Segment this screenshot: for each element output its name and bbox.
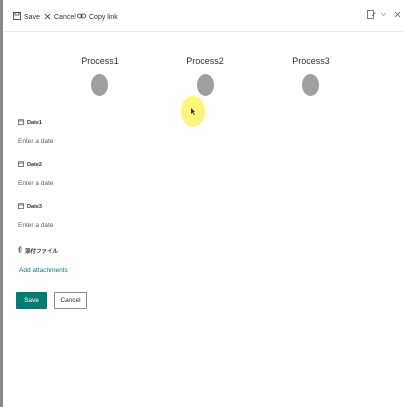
- toolbar-cancel-label: Cancel: [54, 13, 76, 21]
- toolbar-cancel-button[interactable]: Cancel: [44, 11, 76, 23]
- date2-input[interactable]: Enter a date: [18, 180, 53, 187]
- save-icon: [13, 12, 21, 22]
- date3-label: Date3: [18, 203, 42, 211]
- calendar-icon: [18, 119, 24, 127]
- date3-label-text: Date3: [27, 204, 42, 210]
- date2-label: Date2: [18, 161, 42, 169]
- date3-input[interactable]: Enter a date: [18, 222, 53, 229]
- attachments-label-text: 添付ファイル: [25, 248, 59, 255]
- toolbar-copy-link-label: Copy link: [89, 13, 118, 21]
- process-2-indicator: [197, 74, 214, 96]
- form-icon[interactable]: [367, 10, 376, 21]
- date1-input[interactable]: Enter a date: [18, 138, 53, 145]
- close-icon: [44, 13, 51, 22]
- calendar-icon: [18, 203, 24, 211]
- process-2-label: Process2: [186, 56, 224, 66]
- save-button[interactable]: Save: [16, 292, 47, 309]
- toolbar-save-button[interactable]: Save: [13, 11, 40, 23]
- command-bar: Save Cancel Copy link: [3, 0, 403, 32]
- attachments-label: 添付ファイル: [18, 246, 58, 255]
- cancel-button[interactable]: Cancel: [54, 292, 87, 309]
- date1-label: Date1: [18, 119, 42, 127]
- process-1-label: Process1: [81, 56, 119, 66]
- calendar-icon: [18, 161, 24, 169]
- link-icon: [77, 13, 86, 21]
- add-attachments-link[interactable]: Add attachments: [19, 267, 68, 274]
- process-3-indicator: [302, 74, 319, 96]
- process-3-label: Process3: [292, 56, 330, 66]
- process-1-indicator: [91, 74, 108, 96]
- window-left-border: [0, 0, 3, 407]
- toolbar-save-label: Save: [24, 13, 40, 21]
- date2-label-text: Date2: [27, 162, 42, 168]
- paperclip-icon: [18, 246, 22, 255]
- mouse-cursor-icon: [191, 108, 195, 115]
- toolbar-copy-link-button[interactable]: Copy link: [77, 11, 118, 23]
- date1-label-text: Date1: [27, 120, 42, 126]
- chevron-down-icon[interactable]: [380, 10, 387, 21]
- close-panel-icon[interactable]: [394, 10, 401, 21]
